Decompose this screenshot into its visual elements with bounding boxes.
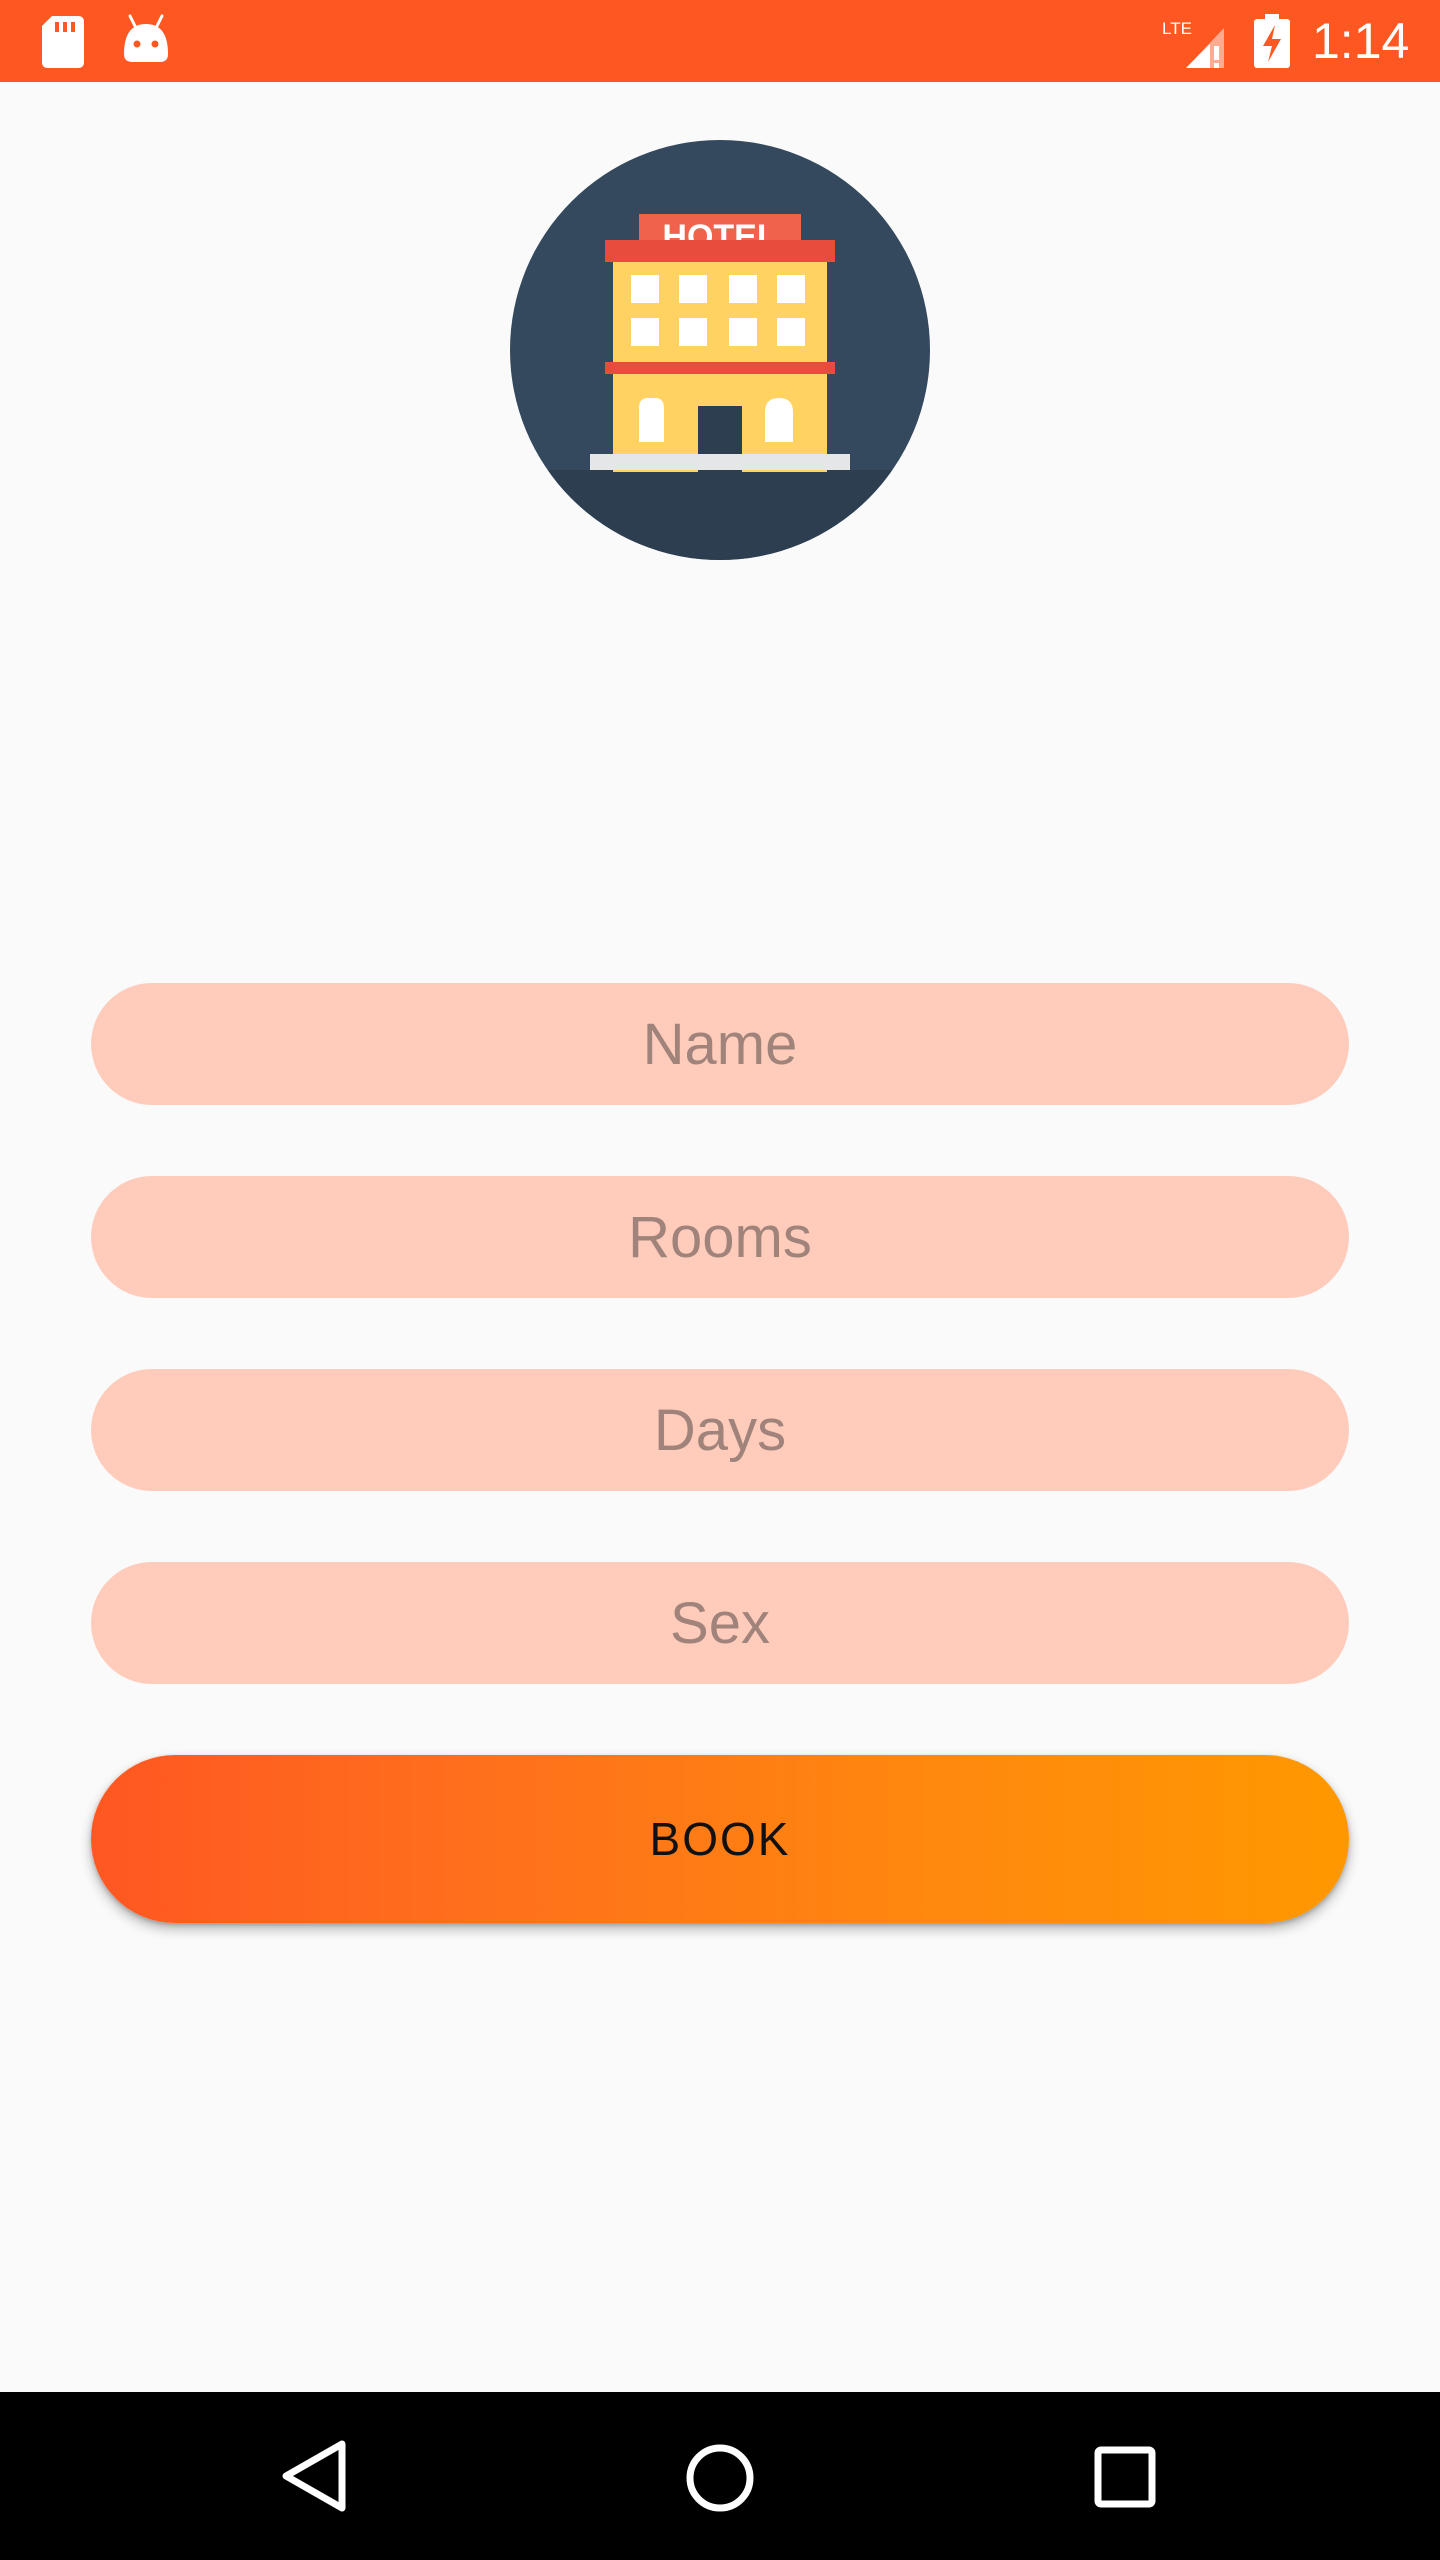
book-button[interactable]: BOOK	[91, 1755, 1349, 1923]
lte-signal-icon: LTE	[1162, 19, 1224, 68]
sex-input[interactable]	[91, 1562, 1349, 1684]
back-icon[interactable]	[270, 2436, 360, 2516]
sd-card-icon	[42, 16, 84, 68]
android-debug-icon	[124, 14, 168, 62]
recents-icon[interactable]	[1084, 2436, 1166, 2518]
rooms-input[interactable]	[91, 1176, 1349, 1298]
home-icon[interactable]	[676, 2434, 764, 2522]
hotel-logo-icon: HOTEL	[510, 140, 930, 560]
status-bar: LTE 1:14	[0, 0, 1440, 82]
navigation-bar	[0, 2392, 1440, 2560]
svg-text:LTE: LTE	[1162, 19, 1192, 38]
status-time: 1:14	[1312, 13, 1410, 69]
name-input[interactable]	[91, 983, 1349, 1105]
battery-charging-icon	[1254, 14, 1290, 68]
days-input[interactable]	[91, 1369, 1349, 1491]
